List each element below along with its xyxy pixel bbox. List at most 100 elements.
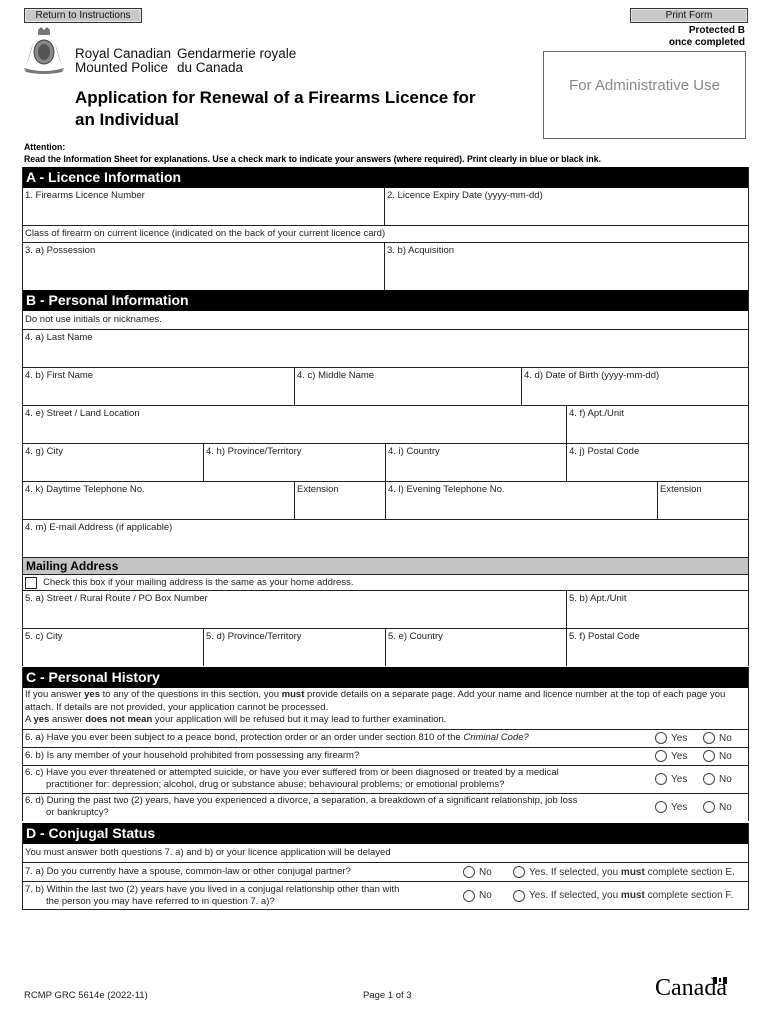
yes-text: Yes. If selected, you xyxy=(529,890,621,901)
org-en-line2: Mounted Police xyxy=(75,60,169,75)
no-label: No xyxy=(719,801,732,813)
q6d-line1: 6. d) During the past two (2) years, hav… xyxy=(25,795,578,806)
possession-field[interactable]: 3. a) Possession xyxy=(23,243,385,293)
last-name-field[interactable]: 4. a) Last Name xyxy=(23,330,748,367)
q7a-yes-radio[interactable]: Yes. If selected, you must complete sect… xyxy=(513,866,748,878)
row-last-name: 4. a) Last Name xyxy=(23,330,748,368)
no-label: No xyxy=(719,750,732,762)
q6b-yes-radio[interactable]: Yes xyxy=(655,750,703,762)
question-6c: 6. c) Have you ever threatened or attemp… xyxy=(23,766,748,794)
row-mail-street: 5. a) Street / Rural Route / PO Box Numb… xyxy=(23,591,748,629)
protected-line1: Protected B xyxy=(688,25,745,36)
section-c: C - Personal History If you answer yes t… xyxy=(22,667,749,821)
section-c-intro: If you answer yes to any of the question… xyxy=(23,688,748,730)
evening-extension-field[interactable]: Extension xyxy=(658,482,748,519)
q6c-yes-radio[interactable]: Yes xyxy=(655,773,703,785)
yes-label: Yes xyxy=(671,773,688,785)
rcmp-crest-icon xyxy=(22,26,66,74)
title-line2: an Individual xyxy=(75,110,179,129)
q6a-yes-radio[interactable]: Yes xyxy=(655,732,703,744)
no-label: No xyxy=(479,890,492,901)
mail-city-field[interactable]: 5. c) City xyxy=(23,629,204,666)
country-field[interactable]: 4. i) Country xyxy=(386,444,567,481)
q6a-text: 6. a) Have you ever been subject to a pe… xyxy=(25,732,464,743)
org-name-french: Gendarmerie royale du Canada xyxy=(177,47,296,75)
yes-bold-must: must xyxy=(620,890,645,901)
section-a: A - Licence Information 1. Firearms Lice… xyxy=(22,167,749,294)
licence-number-field[interactable]: 1. Firearms Licence Number xyxy=(23,188,385,225)
row-licence: 1. Firearms Licence Number 2. Licence Ex… xyxy=(23,188,748,226)
daytime-extension-field[interactable]: Extension xyxy=(295,482,386,519)
city-field[interactable]: 4. g) City xyxy=(23,444,204,481)
daytime-phone-field[interactable]: 4. k) Daytime Telephone No. xyxy=(23,482,295,519)
intro-bold-does-not-mean: does not mean xyxy=(85,714,153,725)
mail-country-field[interactable]: 5. e) Country xyxy=(386,629,567,666)
date-of-birth-field[interactable]: 4. d) Date of Birth (yyyy-mm-dd) xyxy=(522,368,748,405)
email-field[interactable]: 4. m) E-mail Address (if applicable) xyxy=(23,520,748,557)
expiry-date-field[interactable]: 2. Licence Expiry Date (yyyy-mm-dd) xyxy=(385,188,748,225)
mail-province-field[interactable]: 5. d) Province/Territory xyxy=(204,629,386,666)
attention-text: Read the Information Sheet for explanati… xyxy=(24,154,602,165)
attention-label: Attention: xyxy=(24,142,66,153)
yes-text: Yes. If selected, you xyxy=(529,866,621,878)
org-name-english: Royal Canadian Mounted Police xyxy=(75,47,171,75)
intro-text: answer xyxy=(49,714,86,725)
title-line1: Application for Renewal of a Firearms Li… xyxy=(75,88,476,107)
evening-phone-field[interactable]: 4. l) Evening Telephone No. xyxy=(386,482,658,519)
q6d-no-radio[interactable]: No xyxy=(703,801,748,813)
q6b-text: 6. b) Is any member of your household pr… xyxy=(25,750,360,761)
form-id: RCMP GRC 5614e (2022-11) xyxy=(24,990,148,1001)
q7a-text: 7. a) Do you currently have a spouse, co… xyxy=(25,866,351,877)
yes-label: Yes xyxy=(671,801,688,813)
row-city: 4. g) City 4. h) Province/Territory 4. i… xyxy=(23,444,748,482)
apt-field[interactable]: 4. f) Apt./Unit xyxy=(567,406,748,443)
return-to-instructions-button[interactable]: Return to Instructions xyxy=(24,8,142,23)
mail-apt-field[interactable]: 5. b) Apt./Unit xyxy=(567,591,748,628)
section-d-note: You must answer both questions 7. a) and… xyxy=(23,844,748,863)
row-names: 4. b) First Name 4. c) Middle Name 4. d)… xyxy=(23,368,748,406)
yes-label: Yes xyxy=(671,750,688,762)
q6d-yes-radio[interactable]: Yes xyxy=(655,801,703,813)
acquisition-field[interactable]: 3. b) Acquisition xyxy=(385,243,748,293)
row-phone: 4. k) Daytime Telephone No. Extension 4.… xyxy=(23,482,748,520)
q7b-no-radio[interactable]: No xyxy=(463,889,513,902)
row-street: 4. e) Street / Land Location 4. f) Apt./… xyxy=(23,406,748,444)
mail-postal-field[interactable]: 5. f) Postal Code xyxy=(567,629,748,666)
same-address-checkbox[interactable] xyxy=(25,576,37,589)
postal-code-field[interactable]: 4. j) Postal Code xyxy=(567,444,748,481)
province-field[interactable]: 4. h) Province/Territory xyxy=(204,444,386,481)
same-address-label: Check this box if your mailing address i… xyxy=(43,577,354,588)
print-form-button[interactable]: Print Form xyxy=(630,8,748,23)
admin-box-label: For Administrative Use xyxy=(569,77,720,94)
no-label: No xyxy=(719,732,732,744)
section-a-heading: A - Licence Information xyxy=(23,167,748,188)
same-address-row: Check this box if your mailing address i… xyxy=(23,574,748,591)
q7b-line1: 7. b) Within the last two (2) years have… xyxy=(25,883,400,895)
radio-circle-icon xyxy=(463,889,475,902)
radio-circle-icon xyxy=(703,750,715,762)
page-number: Page 1 of 3 xyxy=(363,990,412,1001)
question-7b: 7. b) Within the last two (2) years have… xyxy=(23,882,748,909)
q6c-no-radio[interactable]: No xyxy=(703,773,748,785)
radio-circle-icon xyxy=(703,801,715,813)
question-6d: 6. d) During the past two (2) years, hav… xyxy=(23,794,748,821)
mail-street-field[interactable]: 5. a) Street / Rural Route / PO Box Numb… xyxy=(23,591,567,628)
intro-bold-yes: yes xyxy=(33,714,50,725)
q7b-yes-radio[interactable]: Yes. If selected, you must complete sect… xyxy=(513,889,748,902)
intro-text: If you answer xyxy=(25,689,85,700)
middle-name-field[interactable]: 4. c) Middle Name xyxy=(295,368,522,405)
yes-text: complete section F. xyxy=(644,890,734,901)
q7a-no-radio[interactable]: No xyxy=(463,866,513,878)
administrative-use-box: For Administrative Use xyxy=(543,51,746,139)
no-label: No xyxy=(479,866,492,878)
q6b-no-radio[interactable]: No xyxy=(703,750,748,762)
q6c-line2: practitioner for: depression; alcohol, d… xyxy=(46,779,505,790)
first-name-field[interactable]: 4. b) First Name xyxy=(23,368,295,405)
street-field[interactable]: 4. e) Street / Land Location xyxy=(23,406,567,443)
radio-circle-icon xyxy=(655,750,667,762)
section-c-heading: C - Personal History xyxy=(23,667,748,688)
q6a-no-radio[interactable]: No xyxy=(703,732,748,744)
class-note: Class of firearm on current licence (ind… xyxy=(23,226,748,243)
q7b-line2: the person you may have referred to in q… xyxy=(46,895,275,907)
radio-circle-icon xyxy=(655,801,667,813)
